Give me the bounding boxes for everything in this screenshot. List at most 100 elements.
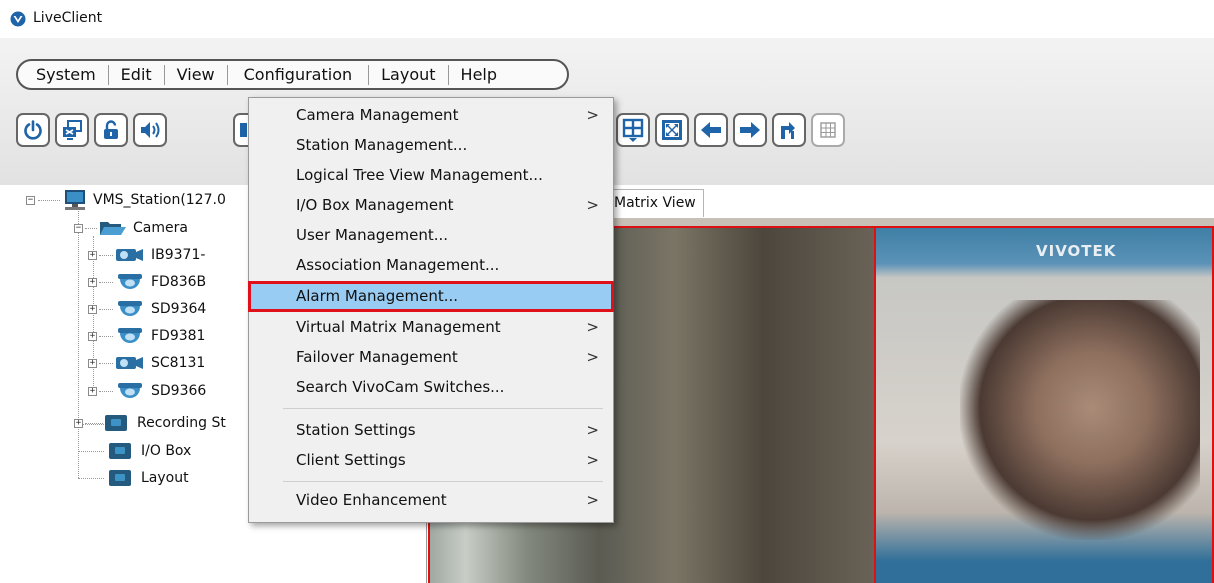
speaker-button[interactable] — [133, 113, 167, 147]
menu-item-label: Camera Management — [296, 106, 459, 124]
folder-open-icon — [100, 222, 126, 235]
vivotek-v-icon — [10, 11, 26, 27]
return-icon — [781, 122, 795, 139]
menu-item-client-settings[interactable]: Client Settings > — [249, 446, 613, 475]
submenu-arrow-icon: > — [586, 196, 599, 214]
power-icon — [24, 120, 42, 140]
menu-item-io-box-management[interactable]: I/O Box Management > — [249, 191, 613, 220]
tree-connector — [78, 478, 104, 479]
speaker-icon — [141, 122, 160, 138]
tree-item-camera[interactable]: + FD9381 — [88, 323, 205, 349]
folder-icon — [105, 415, 127, 431]
dome-camera-icon — [118, 328, 142, 343]
expand-toggle[interactable]: + — [88, 386, 97, 396]
menu-configuration[interactable]: Configuration — [226, 64, 369, 85]
menu-item-station-settings[interactable]: Station Settings > — [249, 416, 613, 445]
tree-item-station[interactable]: − VMS_Station(127.0 — [26, 187, 226, 213]
dome-camera-icon — [118, 301, 142, 316]
menu-item-virtual-matrix-management[interactable]: Virtual Matrix Management > — [249, 313, 613, 342]
tree-item-camera-folder[interactable]: − Camera — [74, 215, 188, 241]
menu-help[interactable]: Help — [447, 64, 509, 85]
menu-item-alarm-management[interactable]: Alarm Management... — [248, 281, 614, 312]
menu-item-label: Search VivoCam Switches... — [296, 378, 505, 396]
menu-layout[interactable]: Layout — [368, 64, 447, 85]
tree-item-camera[interactable]: + SD9366 — [88, 378, 206, 404]
expand-toggle[interactable]: + — [88, 277, 97, 287]
tree-item-label: Camera — [133, 220, 188, 236]
menu-item-label: Logical Tree View Management... — [296, 166, 543, 184]
tab-matrix-view[interactable]: Matrix View — [609, 189, 704, 217]
matrix-button[interactable] — [811, 113, 845, 147]
tree-item-recording[interactable]: + Recording St — [74, 410, 226, 436]
tree-item-label: SD9364 — [151, 301, 207, 317]
menu-item-video-enhancement[interactable]: Video Enhancement > — [249, 486, 613, 515]
expand-toggle[interactable]: + — [88, 331, 97, 341]
lock-button[interactable] — [94, 113, 128, 147]
tree-item-camera[interactable]: + SC8131 — [88, 350, 205, 376]
menu-item-label: Association Management... — [296, 256, 500, 274]
matrix-icon — [820, 122, 836, 138]
expand-toggle[interactable]: + — [88, 250, 97, 260]
tree-item-camera[interactable]: + FD836B — [88, 269, 206, 295]
menu-item-search-vivocam-switches[interactable]: Search VivoCam Switches... — [249, 373, 613, 402]
tree-item-label: SC8131 — [151, 355, 206, 371]
next-button[interactable] — [733, 113, 767, 147]
tree-item-camera[interactable]: + IB9371- — [88, 242, 205, 268]
previous-button[interactable] — [694, 113, 728, 147]
menu-edit[interactable]: Edit — [107, 64, 164, 85]
computer-icon — [65, 190, 85, 210]
title-bar — [0, 0, 1214, 38]
menu-item-failover-management[interactable]: Failover Management > — [249, 343, 613, 372]
tree-item-label: SD9366 — [151, 383, 207, 399]
expand-toggle[interactable]: + — [88, 304, 97, 314]
menu-item-label: Client Settings — [296, 451, 406, 469]
menu-item-station-management[interactable]: Station Management... — [249, 131, 613, 160]
tree-item-io-box[interactable]: I/O Box — [109, 438, 191, 464]
return-button[interactable] — [772, 113, 806, 147]
tree-item-label: I/O Box — [141, 443, 192, 459]
box-camera-icon — [116, 249, 143, 261]
submenu-arrow-icon: > — [586, 348, 599, 366]
menu-item-label: Video Enhancement — [296, 491, 447, 509]
tree-item-layout[interactable]: Layout — [109, 465, 189, 491]
dome-camera-icon — [118, 383, 142, 398]
lock-icon — [104, 120, 118, 139]
tree-connector — [78, 451, 104, 452]
grid-button[interactable] — [616, 113, 650, 147]
tree-connector — [78, 208, 79, 478]
tree-item-camera[interactable]: + SD9364 — [88, 296, 206, 322]
menu-system[interactable]: System — [24, 65, 108, 85]
submenu-arrow-icon: > — [586, 491, 599, 509]
menu-item-label: Station Settings — [296, 421, 416, 439]
expand-toggle[interactable]: + — [74, 418, 83, 428]
monitor-icon — [63, 120, 82, 140]
menu-item-label: User Management... — [296, 226, 449, 244]
grid-icon — [622, 118, 644, 142]
menu-item-logical-tree-view-management[interactable]: Logical Tree View Management... — [249, 161, 613, 190]
menu-view[interactable]: View — [163, 64, 227, 85]
folder-icon — [109, 443, 131, 459]
menu-item-association-management[interactable]: Association Management... — [249, 251, 613, 280]
submenu-arrow-icon: > — [586, 318, 599, 336]
monitor-button[interactable] — [55, 113, 89, 147]
menu-item-camera-management[interactable]: Camera Management > — [249, 101, 613, 130]
menu-separator — [283, 408, 603, 409]
expand-toggle[interactable]: + — [88, 358, 97, 368]
submenu-arrow-icon: > — [586, 106, 599, 124]
fullscreen-button[interactable] — [655, 113, 689, 147]
collapse-toggle[interactable]: − — [74, 223, 83, 233]
collapse-toggle[interactable]: − — [26, 195, 35, 205]
menu-item-label: Virtual Matrix Management — [296, 318, 501, 336]
menu-item-user-management[interactable]: User Management... — [249, 221, 613, 250]
video-scene — [960, 300, 1200, 540]
power-button[interactable] — [16, 113, 50, 147]
menu-item-label: Alarm Management... — [296, 287, 459, 305]
tree-item-label: Layout — [141, 470, 189, 486]
tree-item-label: FD836B — [151, 274, 207, 290]
arrow-left-icon — [701, 122, 721, 138]
submenu-arrow-icon: > — [586, 451, 599, 469]
fullscreen-icon — [662, 120, 682, 140]
square-icon — [240, 123, 247, 137]
menu-item-label: Station Management... — [296, 136, 468, 154]
menu-bar: System Edit View Configuration Layout He… — [16, 59, 569, 90]
